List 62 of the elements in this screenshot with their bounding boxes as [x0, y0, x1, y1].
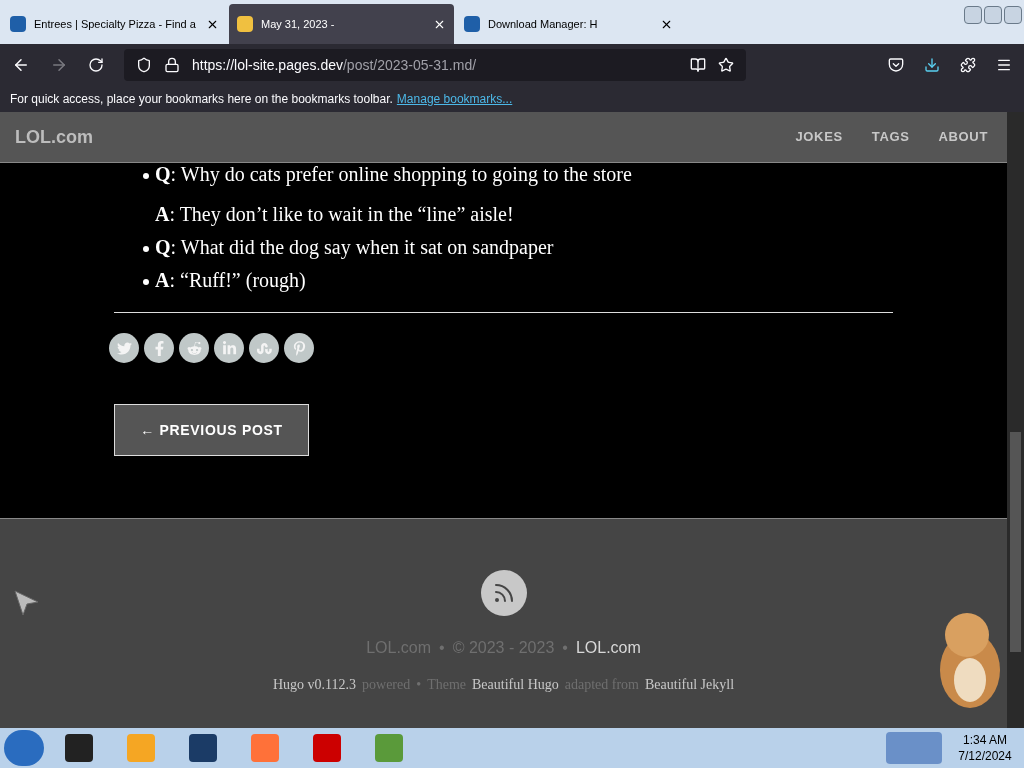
manage-bookmarks-link[interactable]: Manage bookmarks... [396, 90, 513, 108]
menu-icon[interactable] [996, 57, 1012, 73]
credits-text: • [416, 676, 422, 694]
scrollbar[interactable] [1007, 112, 1024, 728]
site-brand[interactable]: LOL.com [15, 123, 93, 151]
browser-tab[interactable]: Download Manager: H [456, 4, 681, 44]
reddit-icon [186, 340, 202, 356]
credits-text: Beautiful Jekyll [645, 676, 735, 694]
download-icon[interactable] [924, 57, 940, 73]
browser-tab[interactable]: Entrees | Specialty Pizza - Find a [2, 4, 227, 44]
lock-icon [164, 57, 180, 73]
nav-link[interactable]: TAGS [871, 127, 910, 147]
extensions-icon[interactable] [960, 57, 976, 73]
bookmarks-hint: For quick access, place your bookmarks here on the bookmarks toolbar. [10, 91, 393, 108]
favicon-icon [237, 16, 253, 32]
list-text: Q: What did the dog say when it sat on sandpaper [155, 236, 555, 258]
favicon-icon [464, 16, 480, 32]
credits-text: Hugo v0.112.3 [272, 676, 357, 694]
nav-link[interactable]: JOKES [795, 127, 843, 147]
linkedin-share-button[interactable] [214, 333, 244, 363]
pinterest-icon [291, 340, 307, 356]
facebook-share-button[interactable] [144, 333, 174, 363]
reload-icon[interactable] [88, 57, 104, 73]
stumbleupon-icon [256, 340, 272, 356]
cursor-icon [14, 590, 40, 616]
pinterest-share-button[interactable] [284, 333, 314, 363]
linkedin-icon [221, 340, 237, 356]
list-text: Q: Why do cats prefer online shopping to going to the store [155, 163, 633, 185]
start-button[interactable] [4, 730, 44, 766]
rss-button[interactable] [480, 570, 527, 616]
tab-title: Download Manager: H [488, 16, 599, 32]
copyright-text: • [439, 638, 445, 658]
address-bar[interactable]: https://lol-site.pages.dev/post/2023-05-31.md/ [124, 49, 746, 81]
twitter-share-button[interactable] [109, 333, 139, 363]
pocket-icon[interactable] [888, 57, 904, 73]
reddit-share-button[interactable] [179, 333, 209, 363]
forward-icon[interactable] [50, 56, 68, 74]
tab-title: Entrees | Specialty Pizza - Find a [34, 16, 197, 32]
previous-post-button[interactable]: ← PREVIOUS POST [114, 404, 309, 456]
credits-text: Beautiful Hugo [472, 676, 559, 694]
stumbleupon-share-button[interactable] [249, 333, 279, 363]
clock-time: 1:34 AM [963, 732, 1007, 748]
bullet-icon [143, 246, 149, 252]
tab-title: May 31, 2023 - [261, 16, 336, 32]
twitter-icon [116, 340, 132, 356]
list-text: A: They don’t like to wait in the “line” aisle! [155, 203, 515, 225]
copyright-text: • [562, 638, 568, 658]
bookmark-star-icon[interactable] [718, 57, 734, 73]
bullet-icon [143, 279, 149, 285]
copyright-text: LOL.com [575, 638, 641, 658]
clock-date: 7/12/2024 [958, 748, 1012, 764]
clock[interactable]: 1:34 AM 7/12/2024 [950, 732, 1020, 764]
browser-tab[interactable]: May 31, 2023 - [229, 4, 454, 44]
scroll-thumb[interactable] [1010, 432, 1021, 652]
back-icon[interactable] [12, 56, 30, 74]
reader-view-icon[interactable] [690, 57, 706, 73]
bullet-icon [143, 173, 149, 179]
url-text: https://lol-site.pages.dev/post/2023-05-31.md/ [192, 55, 478, 75]
favicon-icon [10, 16, 26, 32]
shield-icon [136, 57, 152, 73]
nav-link[interactable]: ABOUT [938, 127, 988, 147]
list-text: A: “Ruff!” (rough) [155, 269, 307, 291]
